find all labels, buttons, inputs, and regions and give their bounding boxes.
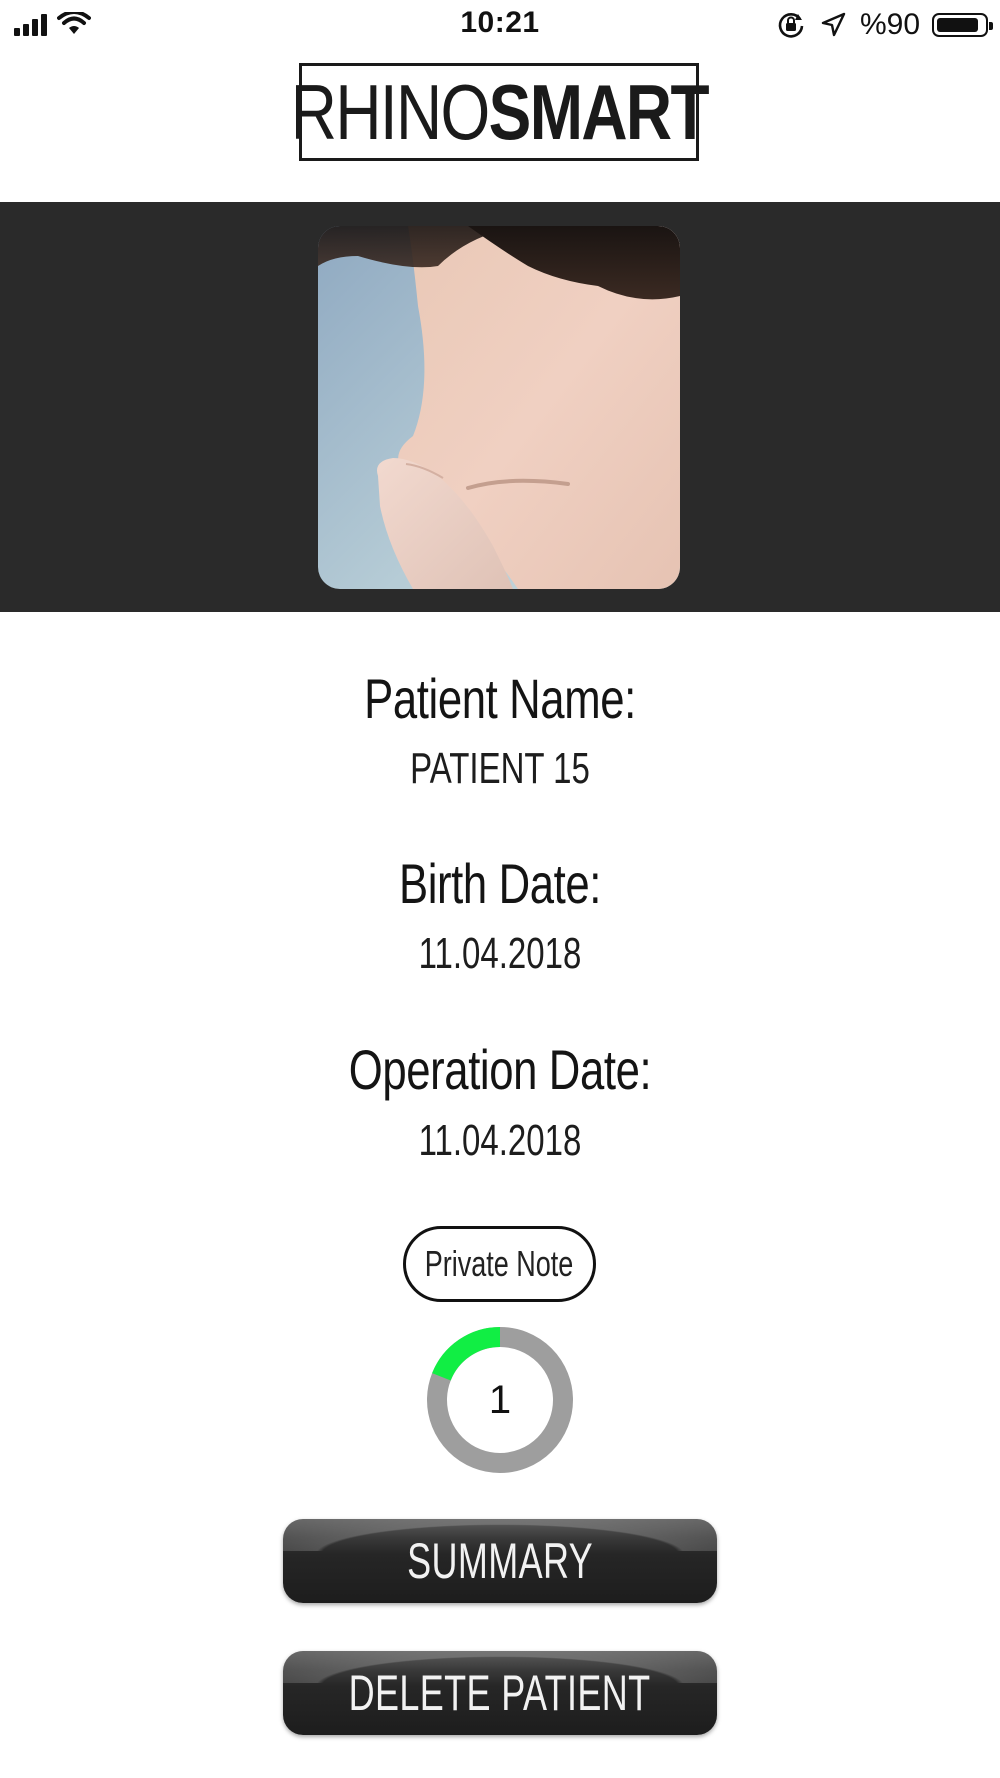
- battery-level: [937, 18, 978, 32]
- operation-date-label: Operation Date:: [348, 1038, 652, 1101]
- progress-value: 1: [488, 1377, 512, 1422]
- status-bar-right: %90: [776, 8, 993, 42]
- delete-patient-button[interactable]: DELETE PATIENT: [283, 1651, 717, 1735]
- patient-nose-photo: [318, 226, 680, 589]
- orientation-lock-icon: [778, 13, 804, 38]
- summary-button-label: SUMMARY: [407, 1533, 593, 1589]
- battery-cap: [989, 22, 993, 30]
- location-arrow-icon: [821, 12, 846, 37]
- battery-percent: %90: [859, 8, 920, 41]
- summary-button[interactable]: SUMMARY: [283, 1519, 717, 1603]
- patient-name-value: PATIENT 15: [410, 744, 590, 793]
- patient-name-label: Patient Name:: [364, 667, 636, 730]
- private-note-button[interactable]: Private Note: [403, 1226, 596, 1302]
- logo-light-text: RHINO: [290, 68, 490, 156]
- birth-date-value: 11.04.2018: [418, 929, 582, 978]
- photo-banner: [0, 202, 1000, 612]
- operation-date-value: 11.04.2018: [418, 1116, 582, 1165]
- private-note-label: Private Note: [425, 1243, 574, 1284]
- battery-icon: [932, 13, 993, 37]
- status-bar: 10:21 %90: [0, 0, 1000, 50]
- birth-date-label: Birth Date:: [398, 852, 602, 915]
- app-logo: RHINOSMART: [290, 63, 709, 161]
- logo-bold-text: SMART: [488, 68, 709, 156]
- patient-photo[interactable]: [318, 226, 680, 589]
- logo-wordmark: RHINOSMART: [290, 73, 709, 151]
- progress-ring: 1: [425, 1325, 575, 1475]
- delete-patient-button-label: DELETE PATIENT: [349, 1665, 651, 1721]
